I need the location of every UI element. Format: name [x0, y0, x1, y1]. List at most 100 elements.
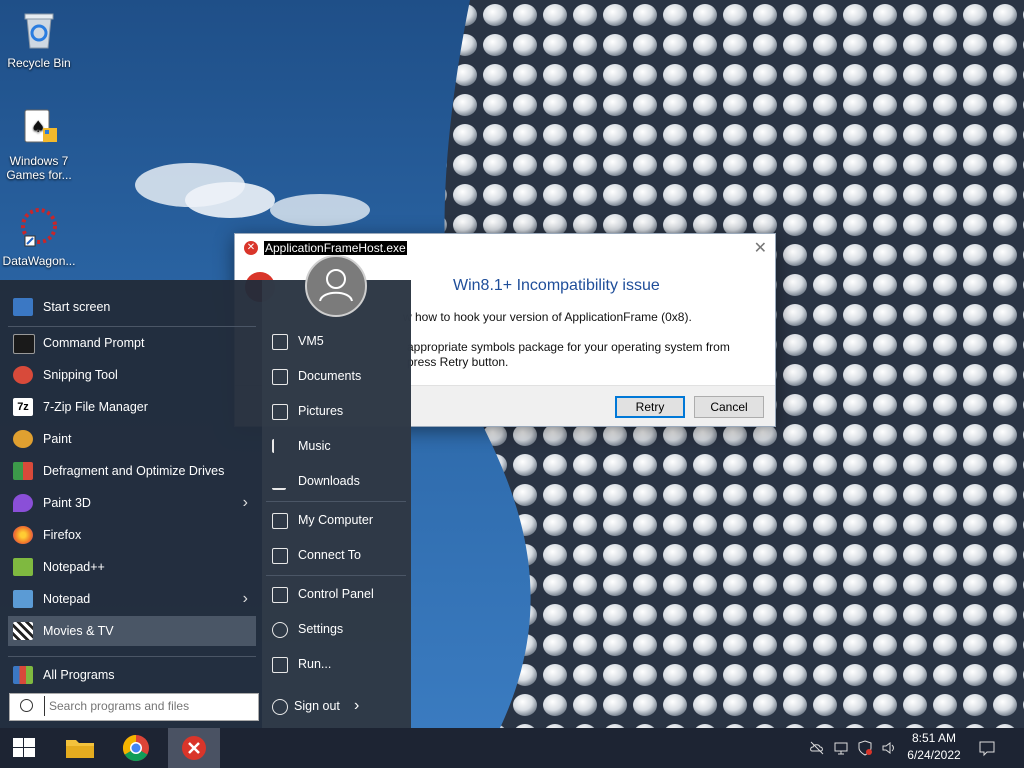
sign-out-arrow-icon[interactable]: › [354, 691, 359, 721]
7zip-icon: 7z [13, 398, 33, 416]
taskbar-error-app[interactable] [168, 728, 220, 768]
place-label: Music [298, 439, 331, 453]
taskbar-file-explorer[interactable] [56, 728, 104, 768]
separator [266, 501, 406, 502]
notepadpp-icon [13, 558, 33, 576]
program-defragment[interactable]: Defragment and Optimize Drives [8, 456, 256, 486]
program-label: 7-Zip File Manager [43, 400, 148, 414]
submenu-arrow-icon[interactable]: › [243, 488, 248, 518]
retry-button[interactable]: Retry [615, 396, 685, 418]
taskbar-chrome[interactable] [112, 728, 160, 768]
place-label: Control Panel [298, 587, 374, 601]
submenu-arrow-icon[interactable]: › [243, 584, 248, 614]
defragment-icon [13, 462, 33, 480]
desktop-icon-label: DataWagon... [2, 254, 76, 268]
program-label: Start screen [43, 300, 111, 314]
place-documents[interactable]: Documents [266, 361, 406, 391]
program-snipping-tool[interactable]: Snipping Tool [8, 360, 256, 390]
program-start-screen[interactable]: Start screen [8, 292, 256, 322]
place-label: VM5 [298, 334, 324, 348]
sign-out-icon [272, 699, 288, 715]
network-icon[interactable] [833, 740, 849, 756]
place-my-computer[interactable]: My Computer [266, 505, 406, 535]
dialog-message-line: press Retry button. [407, 355, 509, 369]
run-icon [272, 657, 288, 673]
start-screen-icon [13, 298, 33, 316]
place-settings[interactable]: Settings [266, 614, 406, 644]
separator [8, 656, 256, 657]
program-movies-tv[interactable]: Movies & TV [8, 616, 256, 646]
downloads-icon [272, 474, 286, 490]
taskbar-clock[interactable]: 8:51 AM 6/24/2022 [904, 730, 964, 764]
program-7zip[interactable]: 7z 7-Zip File Manager [8, 392, 256, 422]
error-icon: ✕ [244, 241, 258, 255]
folder-icon [66, 740, 94, 758]
sign-out-button[interactable]: Sign out › [266, 691, 406, 721]
search-box[interactable] [9, 693, 259, 721]
error-icon [182, 736, 206, 760]
close-button[interactable]: ✕ [754, 238, 767, 258]
dialog-heading: Win8.1+ Incompatibility issue [453, 277, 660, 294]
snipping-tool-icon [13, 366, 33, 384]
paint-icon [13, 430, 33, 448]
program-paint3d[interactable]: Paint 3D › [8, 488, 256, 518]
security-shield-icon[interactable] [857, 740, 873, 756]
all-programs-button[interactable]: All Programs [8, 660, 256, 690]
paint3d-icon [13, 494, 33, 512]
user-icon [319, 269, 353, 302]
program-command-prompt[interactable]: Command Prompt [8, 328, 256, 358]
command-prompt-icon [13, 334, 35, 354]
documents-icon [272, 369, 288, 385]
start-menu-places: VM5 Documents Pictures Music Downloads M… [262, 280, 411, 728]
place-label: Documents [298, 369, 362, 383]
user-avatar[interactable] [305, 255, 367, 317]
program-notepadpp[interactable]: Notepad++ [8, 552, 256, 582]
sign-out-label: Sign out [294, 699, 340, 713]
program-label: Firefox [43, 528, 82, 542]
dialog-message-line: appropriate symbols package for your ope… [407, 340, 730, 354]
notepad-icon [13, 590, 33, 608]
dialog-message-detail: appropriate symbols package for your ope… [407, 340, 767, 370]
all-programs-label: All Programs [43, 668, 115, 682]
start-button[interactable] [0, 728, 48, 768]
control-panel-icon [272, 587, 288, 603]
notification-center-icon[interactable] [978, 739, 996, 757]
place-downloads[interactable]: Downloads [266, 466, 406, 496]
place-label: Connect To [298, 548, 362, 562]
place-label: My Computer [298, 513, 374, 527]
program-label: Movies & TV [43, 624, 114, 638]
pictures-icon [272, 404, 288, 420]
program-label: Defragment and Optimize Drives [43, 464, 225, 478]
firefox-icon [13, 526, 33, 544]
desktop-icon-label: Windows 7 Games for... [6, 154, 72, 182]
computer-icon [272, 513, 288, 529]
movies-tv-icon [13, 622, 33, 640]
datawagon-icon [17, 206, 61, 250]
program-label: Notepad [43, 592, 91, 606]
cards-game-icon: ♠ [17, 106, 61, 150]
start-menu: Start screen Command Prompt Snipping Too… [0, 280, 411, 728]
all-programs-icon [13, 666, 33, 684]
place-music[interactable]: Music [266, 431, 406, 461]
program-paint[interactable]: Paint [8, 424, 256, 454]
chrome-icon [122, 734, 149, 762]
dialog-title: ApplicationFrameHost.exe [264, 241, 407, 255]
desktop-icon-datawagon[interactable]: DataWagon... [1, 206, 77, 268]
program-notepad[interactable]: Notepad › [8, 584, 256, 614]
network-cloud-icon[interactable] [809, 740, 825, 756]
search-input[interactable] [44, 696, 249, 716]
volume-icon[interactable] [881, 740, 897, 756]
desktop-icon-windows7-games[interactable]: ♠ Windows 7 Games for... [1, 106, 77, 182]
desktop-icon-recycle-bin[interactable]: Recycle Bin [1, 8, 77, 70]
program-label: Paint 3D [43, 496, 91, 510]
clock-time: 8:51 AM [911, 731, 957, 745]
place-vm5[interactable]: VM5 [266, 326, 406, 356]
cancel-button[interactable]: Cancel [694, 396, 764, 418]
place-pictures[interactable]: Pictures [266, 396, 406, 426]
place-run[interactable]: Run... [266, 649, 406, 679]
place-control-panel[interactable]: Control Panel [266, 579, 406, 609]
taskbar: 8:51 AM 6/24/2022 [0, 728, 1024, 768]
program-firefox[interactable]: Firefox [8, 520, 256, 550]
place-connect-to[interactable]: Connect To [266, 540, 406, 570]
program-label: Paint [43, 432, 72, 446]
